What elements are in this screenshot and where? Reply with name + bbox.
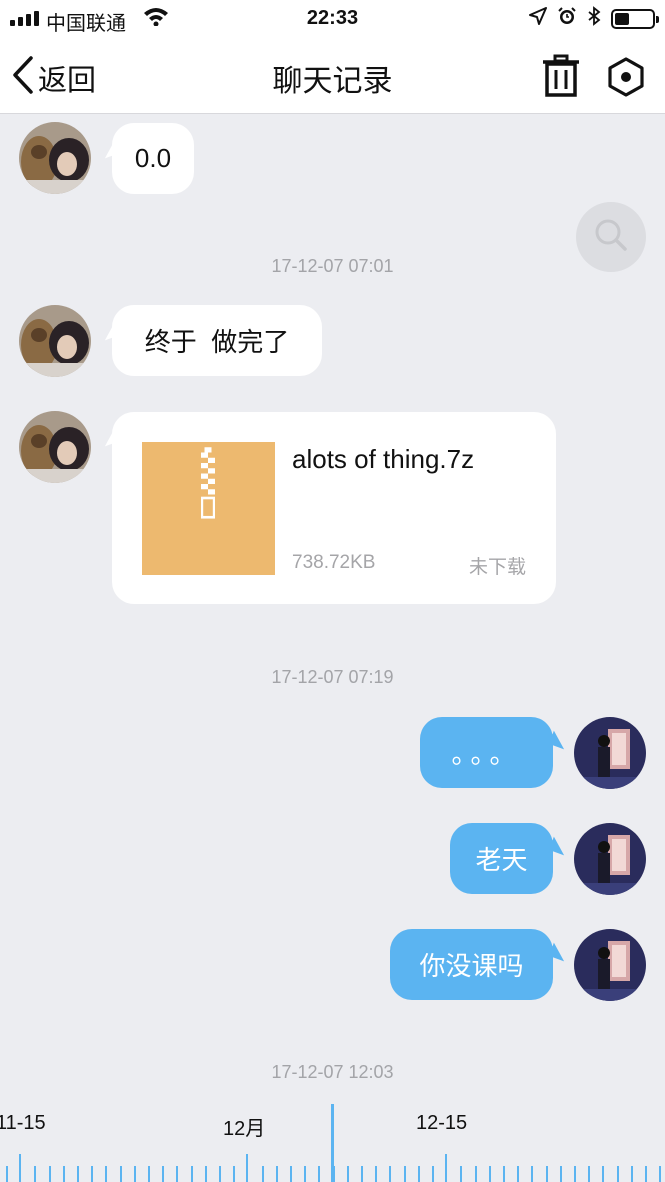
timeline-tick <box>246 1154 248 1182</box>
timeline-tick <box>531 1166 533 1182</box>
timeline-tick <box>148 1166 150 1182</box>
timeline-tick <box>347 1166 349 1182</box>
timeline-tick <box>91 1166 93 1182</box>
timeline-tick <box>19 1154 21 1182</box>
timeline-tick <box>318 1166 320 1182</box>
timeline-tick <box>432 1166 434 1182</box>
timeline-tick <box>63 1166 65 1182</box>
message-timestamp: 17-12-07 12:03 <box>271 1062 394 1082</box>
alarm-icon <box>557 6 577 32</box>
timeline-label: 11-15 <box>0 1112 46 1134</box>
timeline-cursor[interactable] <box>331 1104 334 1182</box>
message-text: 终于 做完了 <box>144 327 290 357</box>
nav-bar: 返回 聊天记录 <box>0 38 665 114</box>
timeline-tick <box>120 1166 122 1182</box>
trash-icon[interactable] <box>541 54 581 103</box>
timeline-tick <box>460 1166 462 1182</box>
avatar-contact[interactable] <box>19 305 91 377</box>
status-bar: 中国联通 22:33 <box>0 0 665 38</box>
timeline-tick <box>588 1166 590 1182</box>
timeline-tick <box>134 1166 136 1182</box>
timeline-tick <box>517 1166 519 1182</box>
timeline-tick <box>162 1166 164 1182</box>
file-download-status: 未下载 <box>468 557 526 578</box>
message-text: 老天 <box>475 845 528 875</box>
timeline-tick <box>602 1166 604 1182</box>
date-timeline-scrubber[interactable]: 11-15 12月 12-15 <box>0 1100 665 1182</box>
timeline-tick <box>219 1166 221 1182</box>
message-bubble-incoming[interactable]: 终于 做完了 <box>112 305 322 376</box>
timeline-tick <box>77 1166 79 1182</box>
message-timestamp: 17-12-07 07:01 <box>271 256 394 276</box>
message-bubble-outgoing[interactable]: 老天 <box>450 823 553 894</box>
timeline-tick <box>290 1166 292 1182</box>
message-bubble-outgoing[interactable]: 。。。 <box>420 717 553 788</box>
message-text: 。。。 <box>451 739 522 769</box>
timeline-tick <box>645 1166 647 1182</box>
location-icon <box>529 7 547 31</box>
timeline-tick <box>617 1166 619 1182</box>
file-message-card[interactable]: alots of thing.7z 738.72KB 未下载 <box>112 412 556 604</box>
avatar-contact[interactable] <box>19 122 91 194</box>
timeline-tick <box>205 1166 207 1182</box>
timeline-tick <box>404 1166 406 1182</box>
timeline-label: 12月 <box>223 1118 266 1140</box>
timeline-tick <box>560 1166 562 1182</box>
timeline-tick <box>276 1166 278 1182</box>
timeline-tick <box>445 1154 447 1182</box>
timeline-tick <box>233 1166 235 1182</box>
timeline-tick <box>418 1166 420 1182</box>
timeline-tick <box>262 1166 264 1182</box>
file-size: 738.72KB <box>292 552 376 573</box>
bluetooth-icon <box>587 6 601 32</box>
timeline-tick <box>503 1166 505 1182</box>
back-button[interactable]: 返回 <box>12 56 96 99</box>
timeline-tick <box>105 1166 107 1182</box>
timeline-tick <box>49 1166 51 1182</box>
avatar-self[interactable] <box>574 717 646 789</box>
timeline-tick <box>191 1166 193 1182</box>
timeline-tick <box>361 1166 363 1182</box>
timeline-tick <box>659 1166 661 1182</box>
zip-file-icon <box>142 442 275 575</box>
timeline-tick <box>375 1166 377 1182</box>
chevron-left-icon <box>12 56 34 99</box>
timeline-tick <box>631 1166 633 1182</box>
message-text: 0.0 <box>134 143 172 173</box>
message-bubble-incoming[interactable]: 0.0 <box>112 123 194 194</box>
timeline-tick <box>176 1166 178 1182</box>
avatar-self[interactable] <box>574 823 646 895</box>
settings-icon[interactable] <box>605 56 647 103</box>
timeline-tick <box>574 1166 576 1182</box>
avatar-contact[interactable] <box>19 411 91 483</box>
timeline-label: 12-15 <box>416 1112 468 1134</box>
message-text: 你没课吗 <box>419 951 524 981</box>
timeline-tick <box>546 1166 548 1182</box>
search-icon <box>593 217 629 258</box>
file-name: alots of thing.7z <box>292 444 475 474</box>
avatar-self[interactable] <box>574 929 646 1001</box>
battery-icon <box>611 9 659 29</box>
timeline-tick <box>6 1166 8 1182</box>
back-label: 返回 <box>38 64 97 97</box>
timeline-tick <box>304 1166 306 1182</box>
timeline-tick <box>475 1166 477 1182</box>
message-timestamp: 17-12-07 07:19 <box>271 667 394 687</box>
timeline-tick <box>489 1166 491 1182</box>
message-bubble-outgoing[interactable]: 你没课吗 <box>390 929 553 1000</box>
timeline-tick <box>389 1166 391 1182</box>
timeline-tick <box>34 1166 36 1182</box>
